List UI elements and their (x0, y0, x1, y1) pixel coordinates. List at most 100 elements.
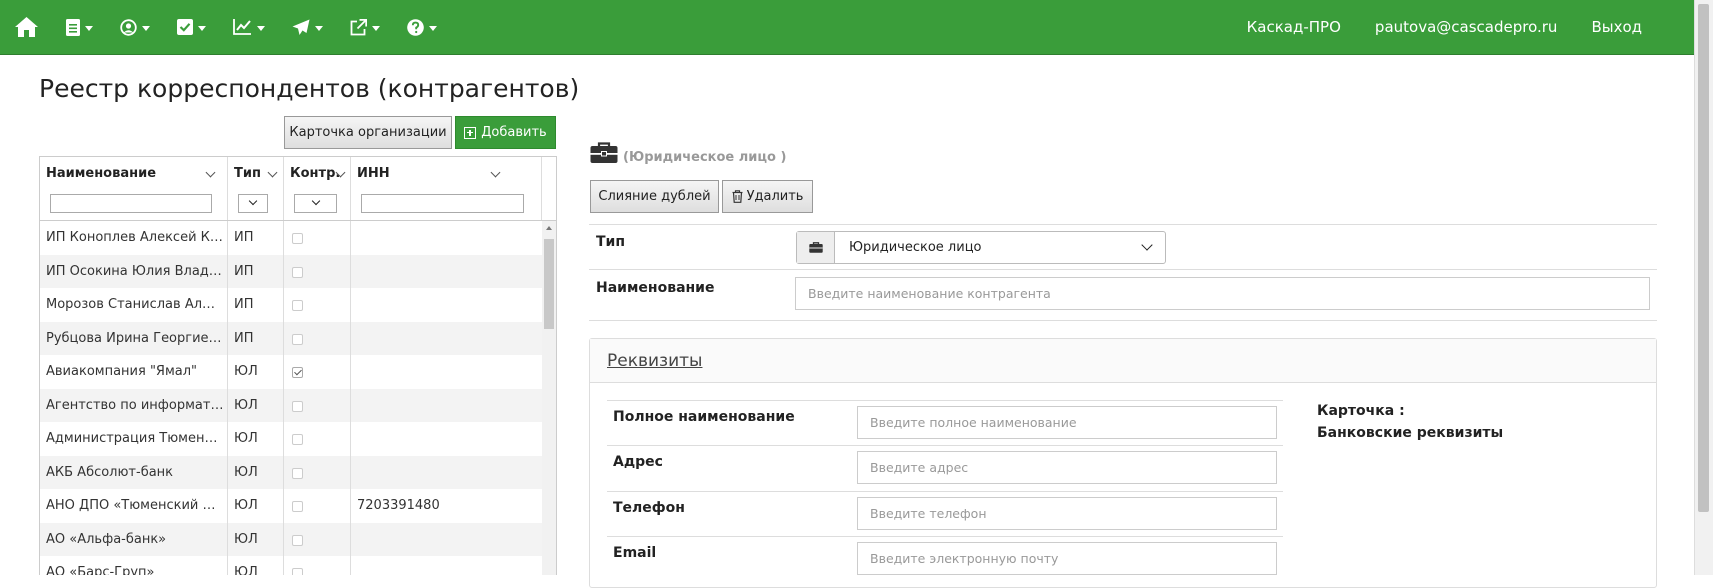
table-row[interactable]: Морозов Станислав Ал… ИП (40, 288, 542, 322)
merge-duplicates-button[interactable]: Слияние дублей (590, 180, 719, 213)
full-name-input[interactable] (857, 406, 1277, 439)
cell-contr (284, 254, 351, 288)
cell-inn: 7203391480 (357, 498, 440, 513)
external-link-icon (350, 18, 367, 35)
cell-name: АНО ДПО «Тюменский … (40, 489, 228, 523)
external-menu[interactable] (350, 0, 380, 54)
contr-checkbox[interactable] (292, 300, 303, 311)
reports-menu[interactable] (233, 0, 265, 54)
cell-contr (284, 321, 351, 355)
address-input[interactable] (857, 451, 1277, 484)
table-row[interactable]: ИП Коноплев Алексей К… ИП (40, 221, 542, 255)
chevron-down-icon[interactable] (267, 167, 278, 178)
briefcase-icon (590, 142, 618, 168)
trash-icon (732, 190, 743, 203)
table-row[interactable]: АНО ДПО «Тюменский … ЮЛ 7203391480 (40, 489, 542, 523)
cell-inn (351, 523, 542, 557)
correspondents-grid: Наименование Тип Контр. ИНН ИП Коноплев … (39, 156, 557, 575)
contr-checkbox[interactable] (292, 333, 303, 345)
tasks-menu[interactable] (177, 0, 206, 54)
logout-link[interactable]: Выход (1591, 18, 1642, 36)
chart-line-icon (233, 19, 251, 35)
divider (607, 400, 1283, 401)
delete-button[interactable]: Удалить (722, 180, 813, 213)
email-input[interactable] (857, 542, 1277, 575)
cell-inn (351, 422, 542, 456)
contr-checkbox[interactable] (292, 434, 303, 445)
grid-rows: ИП Коноплев Алексей К… ИП ИП Осокина Юлия … (40, 221, 542, 575)
column-header-contr[interactable]: Контр. (284, 157, 351, 220)
type-filter-select[interactable] (238, 194, 268, 213)
chevron-down-icon (311, 196, 320, 206)
requisites-panel-header: Реквизиты (590, 339, 1656, 383)
name-input[interactable] (795, 277, 1650, 310)
contr-checkbox[interactable] (292, 568, 303, 575)
contr-checkbox[interactable] (292, 400, 303, 412)
contr-checkbox[interactable] (292, 367, 303, 378)
column-header-inn[interactable]: ИНН (351, 157, 542, 220)
help-menu[interactable] (407, 0, 437, 54)
phone-input[interactable] (857, 497, 1277, 530)
add-button[interactable]: Добавить (455, 116, 556, 149)
home-icon[interactable] (14, 0, 39, 54)
contr-checkbox[interactable] (292, 233, 303, 244)
page-title: Реестр корреспондентов (контрагентов) (39, 74, 580, 103)
cell-name: Администрация Тюмен… (40, 422, 228, 456)
card-label: Карточка : (1317, 403, 1405, 419)
chevron-down-icon[interactable] (205, 167, 216, 178)
type-select[interactable]: Юридическое лицо (796, 231, 1166, 264)
grid-scrollbar-thumb[interactable] (544, 239, 554, 329)
cell-name: АО «Барс-Груп» (40, 556, 228, 575)
table-row[interactable]: Агентство по информат… ЮЛ (40, 388, 542, 422)
contr-filter-select[interactable] (294, 194, 337, 213)
inn-filter-input[interactable] (361, 194, 524, 213)
contr-checkbox[interactable] (292, 266, 303, 278)
chevron-down-icon[interactable] (490, 167, 501, 178)
briefcase-icon (797, 232, 835, 263)
cell-contr (284, 455, 351, 489)
nav-user-bar: Каскад-ПРО pautova@cascadepro.ru Выход (1247, 0, 1713, 54)
entity-type-label: (Юридическое лицо ) (623, 150, 787, 165)
divider (589, 224, 1657, 225)
cell-contr (284, 355, 351, 389)
table-row[interactable]: Авиакомпания "Ямал" ЮЛ (40, 355, 542, 389)
scroll-up-arrow-icon[interactable] (546, 226, 552, 230)
cell-name: Морозов Станислав Ал… (40, 288, 228, 322)
table-row[interactable]: Рубцова Ирина Георгие… ИП (40, 321, 542, 356)
grid-scrollbar[interactable] (542, 221, 556, 575)
nav-icon-bar (14, 0, 464, 54)
requisites-title-link[interactable]: Реквизиты (607, 351, 702, 371)
contr-checkbox[interactable] (292, 467, 303, 479)
contr-checkbox[interactable] (292, 501, 303, 512)
contr-checkbox[interactable] (292, 534, 303, 546)
table-row[interactable]: АО «Альфа-банк» ЮЛ (40, 522, 542, 557)
divider (589, 269, 1657, 270)
name-filter-input[interactable] (50, 194, 212, 213)
bank-requisites-label[interactable]: Банковские реквизиты (1317, 425, 1503, 441)
divider (589, 320, 1657, 321)
cell-inn (351, 322, 542, 356)
column-header-type[interactable]: Тип (228, 157, 284, 220)
organization-card-button[interactable]: Карточка организации (284, 116, 452, 149)
name-field-label: Наименование (596, 280, 715, 296)
table-row[interactable]: АКБ Абсолют-банк ЮЛ (40, 455, 542, 489)
send-menu[interactable] (292, 0, 323, 54)
type-select-value: Юридическое лицо (849, 240, 982, 255)
table-row[interactable]: Администрация Тюмен… ЮЛ (40, 422, 542, 456)
table-row[interactable]: АО «Барс-Груп» ЮЛ (40, 556, 542, 575)
user-email-link[interactable]: pautova@cascadepro.ru (1375, 18, 1558, 36)
table-row[interactable]: ИП Осокина Юлия Влад… ИП (40, 254, 542, 288)
column-header-name[interactable]: Наименование (40, 157, 228, 220)
cell-type: ЮЛ (228, 522, 284, 556)
chevron-down-icon (315, 25, 323, 31)
company-link[interactable]: Каскад-ПРО (1247, 18, 1341, 36)
add-button-label: Добавить (481, 125, 547, 140)
document-menu[interactable] (66, 0, 93, 54)
full-name-label: Полное наименование (613, 409, 795, 425)
page-scrollbar[interactable] (1694, 0, 1713, 575)
user-menu[interactable] (120, 0, 150, 54)
cell-type: ЮЛ (228, 388, 284, 422)
page-scrollbar-thumb[interactable] (1698, 4, 1709, 512)
cell-name: Авиакомпания "Ямал" (40, 355, 228, 389)
delete-button-label: Удалить (746, 189, 804, 204)
